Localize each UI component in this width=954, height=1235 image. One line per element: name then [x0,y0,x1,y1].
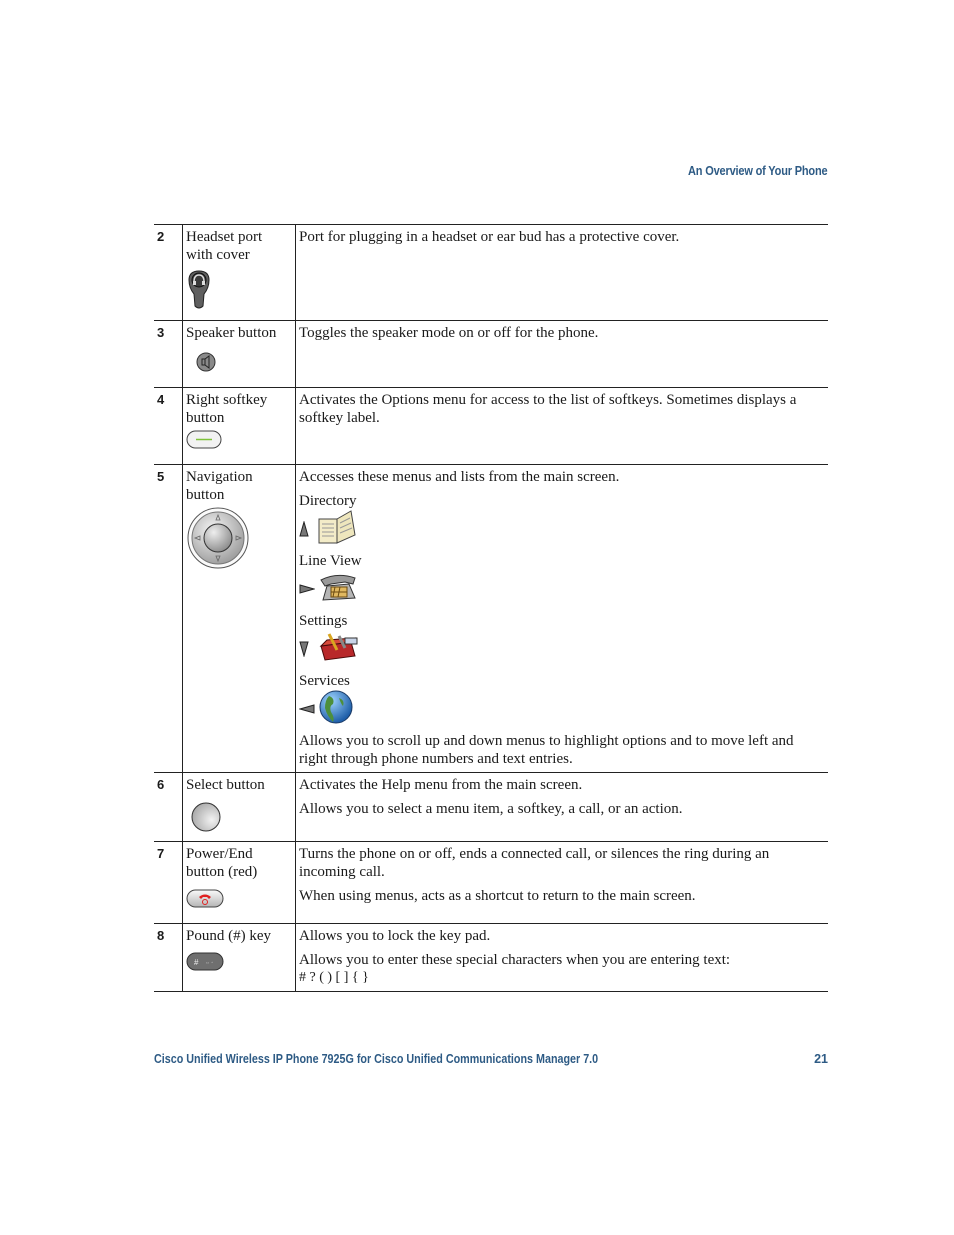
feature-name: Select button [186,777,265,793]
pound-key-icon: # ⇔ ◦ [186,952,292,977]
menu-label: Settings [299,613,348,629]
description: Turns the phone on or off, ends a connec… [299,846,770,880]
table-row: 4 Right softkey button Activates the Opt… [154,387,828,465]
description: Allows you to enter these special charac… [299,952,731,968]
feature-name: Speaker button [186,325,277,341]
row-number: 8 [154,923,183,992]
menu-label: Line View [299,553,362,569]
table-row: 8 Pound (#) key # ⇔ ◦ Allows you to lock… [154,923,828,992]
feature-name: Right softkey button [186,392,268,426]
svg-text:⇔ ◦: ⇔ ◦ [205,960,213,966]
description: Allows you to select a menu item, a soft… [299,801,683,817]
power-end-button-icon [186,889,292,914]
menu-item-directory: Directory [299,492,825,548]
feature-name: Pound (#) key [186,928,271,944]
arrow-up-icon [299,521,317,537]
menu-label: Directory [299,493,357,509]
svg-text:#: # [194,958,199,967]
phone-features-table: 2 Headset port with cover Port for plugg… [154,224,828,992]
table-row: 5 Navigation button Accesses these menus… [154,464,828,773]
description: Port for plugging in a headset or ear bu… [299,229,680,245]
description: Accesses these menus and lists from the … [299,469,620,485]
select-button-icon [186,802,292,837]
feature-name: Power/End button (red) [186,846,258,880]
description: When using menus, acts as a shortcut to … [299,888,696,904]
menu-item-services: Services [299,672,825,728]
table-row: 3 Speaker button Toggles the speaker mod… [154,320,828,388]
table-row: 7 Power/End button (red) Turns the phone… [154,841,828,924]
row-number: 2 [154,224,183,321]
services-globe-icon [317,690,353,729]
table-row: 6 Select button Activates the Help menu … [154,772,828,842]
table-row: 2 Headset port with cover Port for plugg… [154,224,828,321]
description: Activates the Help menu from the main sc… [299,777,583,793]
special-characters: # ? ( ) [ ] { } [299,970,369,985]
row-number: 5 [154,464,183,773]
line-view-phone-icon [317,572,359,607]
row-number: 7 [154,841,183,924]
feature-name: Headset port with cover [186,229,263,263]
navigation-button-icon [186,506,292,575]
menu-item-settings: Settings [299,612,825,668]
description: Allows you to scroll up and down menus t… [299,733,794,767]
row-number: 4 [154,387,183,465]
directory-book-icon [317,509,357,550]
document-title: Cisco Unified Wireless IP Phone 7925G fo… [154,1052,599,1066]
speaker-button-icon [186,352,292,377]
row-number: 6 [154,772,183,842]
description: Allows you to lock the key pad. [299,928,491,944]
menu-item-line-view: Line View [299,552,825,608]
arrow-down-icon [299,641,317,657]
feature-name: Navigation button [186,469,253,503]
page-number: 21 [814,1052,828,1066]
row-number: 3 [154,320,183,388]
headset-port-icon [186,270,292,315]
arrow-right-icon [299,584,317,594]
section-title: An Overview of Your Phone [687,164,828,178]
description: Toggles the speaker mode on or off for t… [299,325,599,341]
softkey-button-icon [186,430,292,455]
menu-label: Services [299,673,350,689]
settings-toolbox-icon [317,632,359,667]
arrow-left-icon [299,704,317,714]
description: Activates the Options menu for access to… [299,392,797,426]
